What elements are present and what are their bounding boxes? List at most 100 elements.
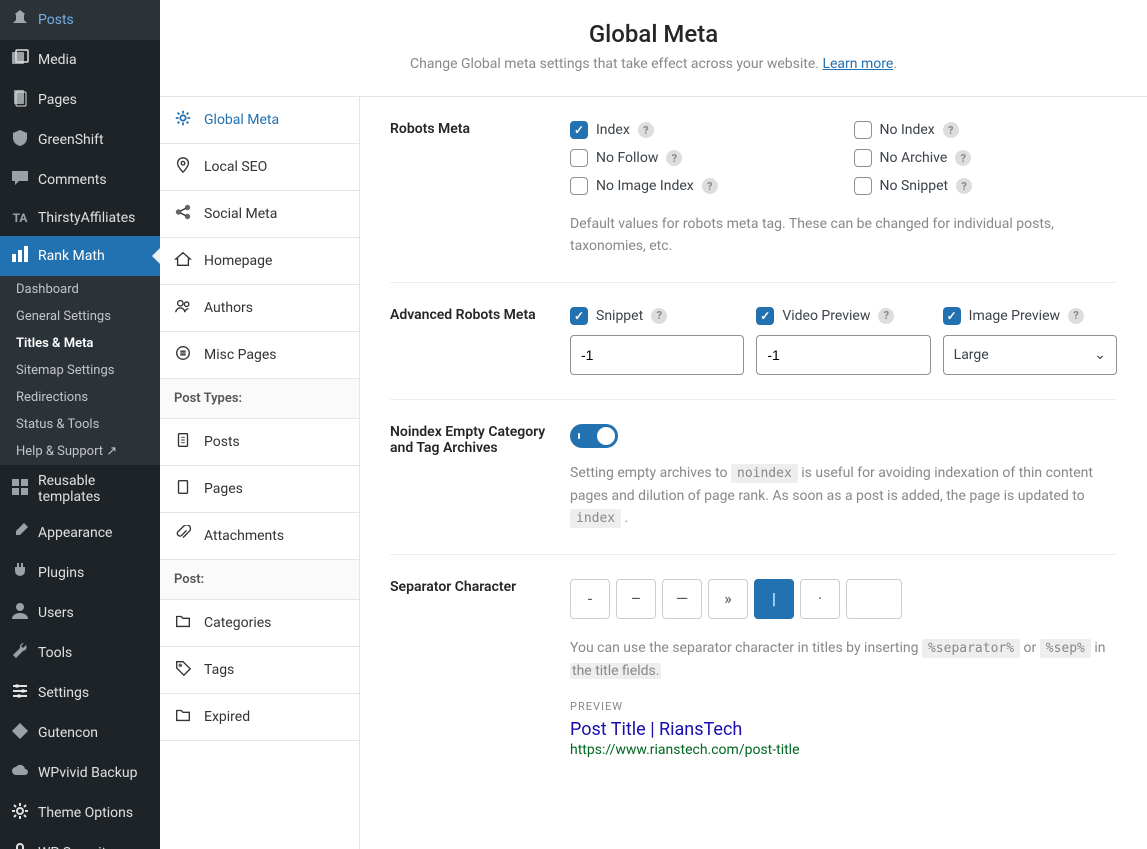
menu-item-thirstyaffiliates[interactable]: TAThirstyAffiliates xyxy=(0,200,160,236)
media-icon xyxy=(10,48,30,72)
advanced-robots-label: Advanced Robots Meta xyxy=(390,307,570,375)
menu-item-wpvivid-backup[interactable]: WPvivid Backup xyxy=(0,753,160,793)
separator-option-5[interactable]: · xyxy=(800,579,840,619)
menu-item-tools[interactable]: Tools xyxy=(0,633,160,673)
tab-local-seo[interactable]: Local SEO xyxy=(160,144,359,191)
checkbox-icon xyxy=(854,177,872,195)
tab-homepage[interactable]: Homepage xyxy=(160,238,359,285)
checkbox-icon xyxy=(854,149,872,167)
submenu-item-help-support-[interactable]: Help & Support ↗ xyxy=(0,438,160,465)
advanced-robots-row: Advanced Robots Meta Snippet? Video Previ… xyxy=(390,307,1117,400)
submenu-item-dashboard[interactable]: Dashboard xyxy=(0,276,160,303)
help-icon[interactable]: ? xyxy=(955,150,971,166)
settings-tabs: Global MetaLocal SEOSocial MetaHomepageA… xyxy=(160,97,360,849)
tab-global-meta[interactable]: Global Meta xyxy=(160,97,359,144)
robots-meta-row: Robots Meta Index? No Index? No Follow? No … xyxy=(390,121,1117,283)
pages-icon xyxy=(10,88,30,112)
menu-item-comments[interactable]: Comments xyxy=(0,160,160,200)
separator-option-1[interactable]: – xyxy=(616,579,656,619)
checkbox-snippet[interactable]: Snippet? xyxy=(570,307,744,325)
help-icon[interactable]: ? xyxy=(1068,308,1084,324)
checkbox-no-follow[interactable]: No Follow? xyxy=(570,149,834,167)
menu-item-settings[interactable]: Settings xyxy=(0,673,160,713)
comment-icon xyxy=(10,168,30,192)
separator-label: Separator Character xyxy=(390,579,570,758)
tab-group-post_types: Post Types: xyxy=(160,379,359,419)
pin-icon xyxy=(10,8,30,32)
submenu-item-sitemap-settings[interactable]: Sitemap Settings xyxy=(0,357,160,384)
separator-option-2[interactable]: — xyxy=(662,579,702,619)
user-icon xyxy=(10,601,30,625)
checkbox-video-preview[interactable]: Video Preview? xyxy=(756,307,930,325)
noindex-toggle[interactable] xyxy=(570,424,618,448)
help-icon[interactable]: ? xyxy=(702,178,718,194)
snippet-input[interactable] xyxy=(570,335,744,375)
adv-col-snippet: Snippet? xyxy=(570,307,744,375)
wrench-icon xyxy=(10,641,30,665)
menu-item-users[interactable]: Users xyxy=(0,593,160,633)
help-icon[interactable]: ? xyxy=(638,122,654,138)
tab-social-meta[interactable]: Social Meta xyxy=(160,191,359,238)
tab-authors[interactable]: Authors xyxy=(160,285,359,332)
separator-option-3[interactable]: » xyxy=(708,579,748,619)
ta-icon: TA xyxy=(10,208,30,228)
separator-option-6[interactable] xyxy=(846,579,902,619)
chevron-down-icon: ⌄ xyxy=(1094,347,1106,363)
checkbox-icon xyxy=(570,149,588,167)
checkbox-index[interactable]: Index? xyxy=(570,121,834,139)
checkbox-no-archive[interactable]: No Archive? xyxy=(854,149,1118,167)
help-icon[interactable]: ? xyxy=(651,308,667,324)
help-icon[interactable]: ? xyxy=(956,178,972,194)
tab-tags[interactable]: Tags xyxy=(160,647,359,694)
share-icon xyxy=(174,203,192,225)
tab-pages[interactable]: Pages xyxy=(160,466,359,513)
adv-col-video-preview: Video Preview? xyxy=(756,307,930,375)
checkbox-icon xyxy=(943,307,961,325)
tag-icon xyxy=(174,659,192,681)
tab-expired[interactable]: Expired xyxy=(160,694,359,741)
tab-categories[interactable]: Categories xyxy=(160,600,359,647)
help-icon[interactable]: ? xyxy=(878,308,894,324)
tab-misc-pages[interactable]: Misc Pages xyxy=(160,332,359,379)
settings-panel: Robots Meta Index? No Index? No Follow? No … xyxy=(360,97,1147,849)
separator-option-0[interactable]: - xyxy=(570,579,610,619)
menu-item-media[interactable]: Media xyxy=(0,40,160,80)
menu-item-greenshift[interactable]: GreenShift xyxy=(0,120,160,160)
checkbox-image-preview[interactable]: Image Preview? xyxy=(943,307,1117,325)
checkbox-no-image-index[interactable]: No Image Index? xyxy=(570,177,834,195)
pin2-icon xyxy=(174,156,192,178)
menu-item-reusable-templates[interactable]: Reusable templates xyxy=(0,465,160,513)
learn-more-link[interactable]: Learn more xyxy=(822,56,893,72)
help-icon[interactable]: ? xyxy=(943,122,959,138)
menu-item-rank-math[interactable]: Rank Math xyxy=(0,236,160,276)
diamond-icon xyxy=(10,721,30,745)
preview-url: https://www.rianstech.com/post-title xyxy=(570,742,1117,758)
menu-item-posts[interactable]: Posts xyxy=(0,0,160,40)
checkbox-no-snippet[interactable]: No Snippet? xyxy=(854,177,1118,195)
menu-item-gutencon[interactable]: Gutencon xyxy=(0,713,160,753)
checkbox-icon xyxy=(570,177,588,195)
brush-icon xyxy=(10,521,30,545)
image-preview-select[interactable]: Large⌄ xyxy=(943,335,1117,375)
menu-item-wp-security[interactable]: WP Security xyxy=(0,833,160,849)
page-header: Global Meta Change Global meta settings … xyxy=(160,0,1147,97)
adv-col-image-preview: Image Preview? Large⌄ xyxy=(943,307,1117,375)
menu-item-theme-options[interactable]: Theme Options xyxy=(0,793,160,833)
submenu-item-general-settings[interactable]: General Settings xyxy=(0,303,160,330)
submenu-item-redirections[interactable]: Redirections xyxy=(0,384,160,411)
submenu-item-status-tools[interactable]: Status & Tools xyxy=(0,411,160,438)
tab-attachments[interactable]: Attachments xyxy=(160,513,359,560)
separator-option-4[interactable]: | xyxy=(754,579,794,619)
submenu-item-titles-meta[interactable]: Titles & Meta xyxy=(0,330,160,357)
tab-posts[interactable]: Posts xyxy=(160,419,359,466)
robots-meta-label: Robots Meta xyxy=(390,121,570,258)
help-icon[interactable]: ? xyxy=(666,150,682,166)
page-icon xyxy=(174,478,192,500)
gear-icon xyxy=(174,109,192,131)
checkbox-no-index[interactable]: No Index? xyxy=(854,121,1118,139)
menu-item-pages[interactable]: Pages xyxy=(0,80,160,120)
checkbox-icon xyxy=(570,307,588,325)
menu-item-plugins[interactable]: Plugins xyxy=(0,553,160,593)
video-preview-input[interactable] xyxy=(756,335,930,375)
menu-item-appearance[interactable]: Appearance xyxy=(0,513,160,553)
